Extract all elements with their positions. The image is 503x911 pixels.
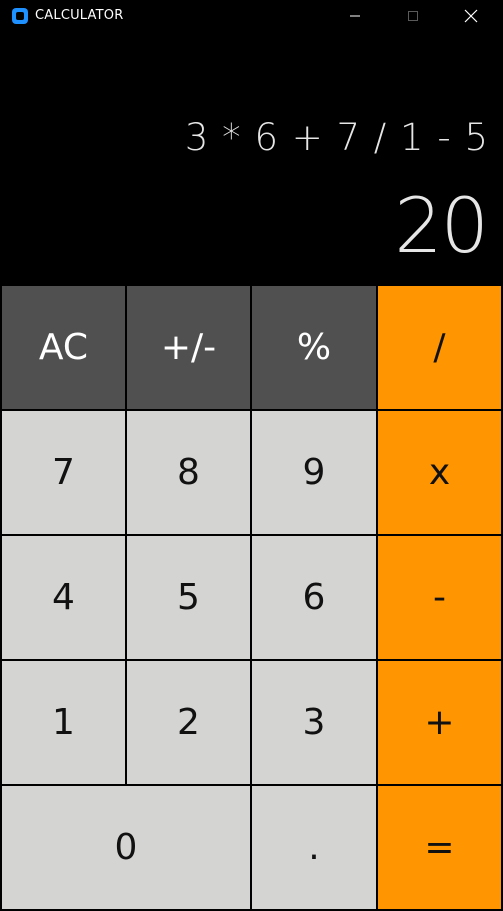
digit-1-button[interactable]: 1 — [0, 659, 127, 786]
close-button[interactable] — [448, 0, 494, 32]
title-bar: CALCULATOR — [0, 0, 503, 32]
digit-0-button[interactable]: 0 — [0, 784, 252, 911]
calculator-display: 3 * 6 + 7 / 1 - 5 20 — [0, 32, 503, 284]
minimize-icon — [350, 15, 360, 17]
minimize-button[interactable] — [332, 0, 378, 32]
digit-5-button[interactable]: 5 — [125, 534, 252, 661]
divide-button[interactable]: / — [376, 284, 503, 411]
window-title: CALCULATOR — [35, 8, 124, 23]
close-icon — [464, 9, 478, 23]
result-text: 20 — [394, 181, 489, 270]
digit-9-button[interactable]: 9 — [250, 409, 378, 536]
equals-button[interactable]: = — [376, 784, 503, 911]
digit-6-button[interactable]: 6 — [250, 534, 378, 661]
decimal-button[interactable]: . — [250, 784, 378, 911]
digit-3-button[interactable]: 3 — [250, 659, 378, 786]
expression-text: 3 * 6 + 7 / 1 - 5 — [184, 116, 489, 159]
add-button[interactable]: + — [376, 659, 503, 786]
maximize-icon — [408, 11, 418, 21]
calculator-window: CALCULATOR 3 * 6 + 7 / 1 - 5 20 AC +/- %… — [0, 0, 503, 911]
all-clear-button[interactable]: AC — [0, 284, 127, 411]
maximize-button[interactable] — [390, 0, 436, 32]
digit-4-button[interactable]: 4 — [0, 534, 127, 661]
multiply-button[interactable]: x — [376, 409, 503, 536]
calculator-app-icon — [12, 8, 28, 24]
digit-8-button[interactable]: 8 — [125, 409, 252, 536]
digit-2-button[interactable]: 2 — [125, 659, 252, 786]
subtract-button[interactable]: - — [376, 534, 503, 661]
sign-toggle-button[interactable]: +/- — [125, 284, 252, 411]
keypad: AC +/- % / 7 8 9 x 4 5 6 - 1 2 3 + 0 . = — [0, 284, 503, 911]
digit-7-button[interactable]: 7 — [0, 409, 127, 536]
percent-button[interactable]: % — [250, 284, 378, 411]
